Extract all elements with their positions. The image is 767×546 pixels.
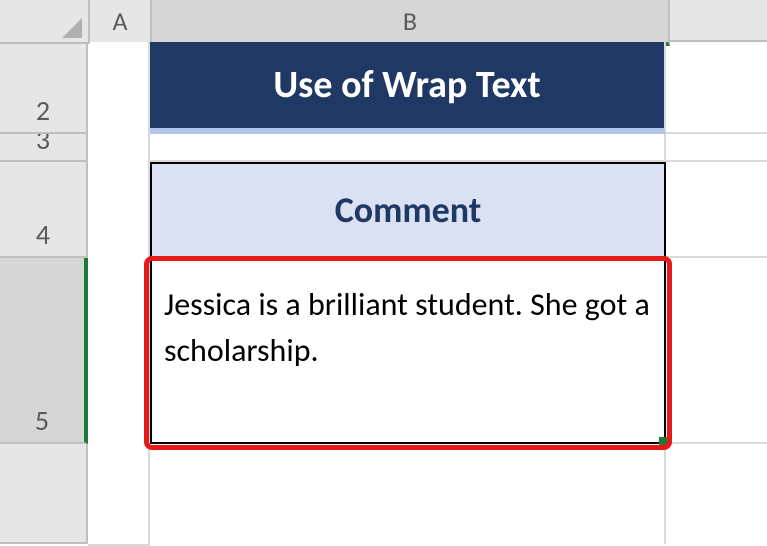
cell-b6[interactable] [150, 444, 666, 544]
cell-b2-title[interactable]: Use of Wrap Text [150, 42, 666, 134]
cell-a6[interactable] [88, 444, 150, 546]
row-header-3[interactable]: 3 [0, 134, 88, 162]
column-header-row: A B [0, 0, 767, 42]
cell-rest-5 [666, 258, 767, 444]
cell-b4-header[interactable]: Comment [150, 162, 666, 258]
cell-rest-4 [666, 162, 767, 258]
column-header-b[interactable]: B [152, 0, 670, 46]
select-all-triangle-icon [62, 18, 82, 38]
select-all-corner[interactable] [0, 0, 90, 44]
row-header-6[interactable] [0, 444, 88, 544]
cell-a3[interactable] [88, 134, 150, 164]
row-2: 2 Use of Wrap Text [0, 42, 767, 134]
cell-a4[interactable] [88, 162, 150, 260]
column-header-rest [670, 0, 767, 42]
row-4: 4 Comment [0, 162, 767, 258]
cell-rest-6 [666, 444, 767, 544]
cell-a2[interactable] [88, 42, 150, 136]
column-header-a[interactable]: A [90, 0, 152, 44]
row-header-2[interactable]: 2 [0, 42, 88, 134]
row-3: 3 [0, 134, 767, 162]
cell-b3[interactable] [150, 134, 666, 162]
cell-b5-comment[interactable]: Jessica is a brilliant student. She got … [150, 258, 666, 444]
selection-handle-icon[interactable] [659, 437, 669, 447]
comment-text: Jessica is a brilliant student. She got … [164, 282, 654, 375]
row-6 [0, 444, 767, 544]
cell-rest-2 [666, 42, 767, 134]
row-header-4[interactable]: 4 [0, 162, 88, 258]
title-text: Use of Wrap Text [273, 62, 540, 108]
cell-rest-3 [666, 134, 767, 162]
header-text: Comment [335, 188, 482, 232]
row-header-5[interactable]: 5 [0, 258, 88, 444]
spreadsheet: A B 2 Use of Wrap Text 3 4 Comment 5 Jes… [0, 0, 767, 544]
cell-a5[interactable] [88, 258, 150, 446]
row-5: 5 Jessica is a brilliant student. She go… [0, 258, 767, 444]
